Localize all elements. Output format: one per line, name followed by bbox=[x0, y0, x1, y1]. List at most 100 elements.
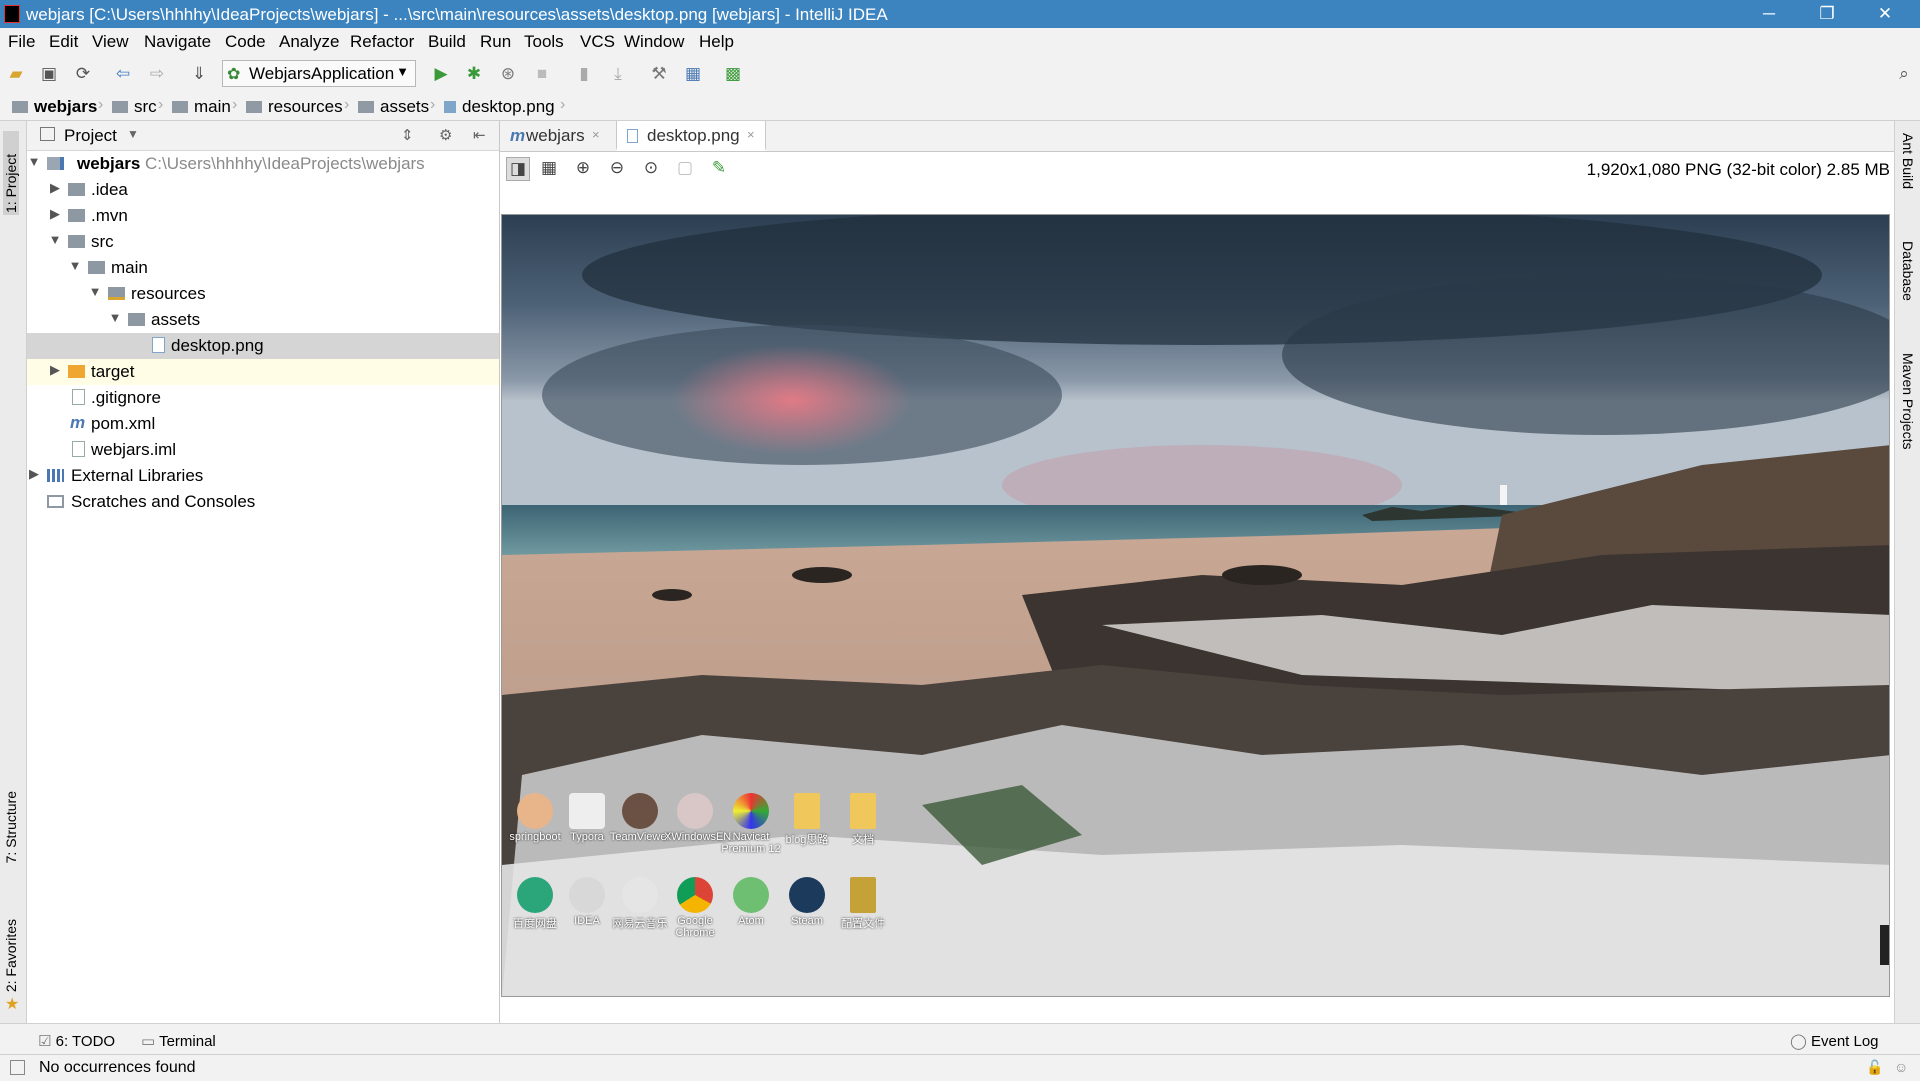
desktop-icon-docs[interactable]: 文档 bbox=[832, 793, 894, 847]
inspector-icon[interactable]: ☺ bbox=[1894, 1059, 1908, 1075]
menu-analyze[interactable]: Analyze bbox=[279, 32, 339, 52]
collapse-all-icon[interactable]: ⇕ bbox=[401, 126, 414, 144]
forward-icon[interactable]: ⇨ bbox=[146, 63, 168, 85]
fit-zoom-icon[interactable]: ▢ bbox=[674, 157, 696, 179]
back-icon[interactable]: ⇦ bbox=[112, 63, 134, 85]
menu-file[interactable]: File bbox=[8, 32, 35, 52]
menu-edit[interactable]: Edit bbox=[49, 32, 78, 52]
tab-event-log[interactable]: ◯ Event Log bbox=[1790, 1032, 1879, 1050]
desktop-icon-chrome[interactable]: Google Chrome bbox=[664, 877, 726, 939]
breadcrumb-resources[interactable]: resources bbox=[246, 97, 343, 117]
build-project-icon[interactable]: ⇓ bbox=[188, 63, 210, 85]
zoom-in-icon[interactable]: ⊕ bbox=[572, 157, 594, 179]
run-configuration-dropdown[interactable]: ✿ WebjarsApplication ▼ bbox=[222, 60, 416, 87]
coverage-icon[interactable]: ⊛ bbox=[497, 63, 519, 85]
tab-favorites-tool[interactable]: 2: Favorites bbox=[3, 919, 19, 992]
tree-item-desktop-png[interactable]: desktop.png bbox=[27, 333, 499, 359]
hide-panel-icon[interactable]: ⇤ bbox=[473, 126, 486, 144]
tree-item-webjars[interactable]: ▼ webjars C:\Users\hhhhy\IdeaProjects\we… bbox=[27, 151, 499, 177]
vcs-update-icon[interactable]: ▮ bbox=[573, 63, 595, 85]
open-folder-icon[interactable]: ▰ bbox=[5, 63, 27, 85]
breadcrumb-assets[interactable]: assets bbox=[358, 97, 429, 117]
restore-button[interactable]: ❐ bbox=[1804, 2, 1850, 26]
tab-project-tool[interactable]: 1: Project bbox=[3, 131, 19, 215]
breadcrumb-src[interactable]: src bbox=[112, 97, 157, 117]
desktop-icon-xwindows[interactable]: XWindowsEN bbox=[664, 793, 731, 843]
menu-code[interactable]: Code bbox=[225, 32, 266, 52]
tree-item-resources[interactable]: ▼ resources bbox=[27, 281, 499, 307]
desktop-icon-teamviewer[interactable]: TeamViewer bbox=[609, 793, 671, 843]
project-structure-icon[interactable]: ▦ bbox=[682, 63, 704, 85]
menu-navigate[interactable]: Navigate bbox=[144, 32, 211, 52]
tab-structure-tool[interactable]: 7: Structure bbox=[3, 791, 19, 863]
close-tab-icon[interactable]: × bbox=[592, 127, 600, 142]
save-all-icon[interactable]: ▣ bbox=[38, 63, 60, 85]
grid-toggle-icon[interactable]: ▦ bbox=[538, 157, 560, 179]
desktop-icon-navicat[interactable]: Navicat Premium 12 bbox=[720, 793, 782, 855]
tab-todo[interactable]: ☑ 6: TODO bbox=[38, 1032, 115, 1050]
gear-icon[interactable]: ⚙ bbox=[439, 126, 452, 144]
tab-terminal[interactable]: ▭ Terminal bbox=[141, 1032, 216, 1050]
project-panel-title[interactable]: Project bbox=[64, 126, 117, 146]
expand-arrow-icon[interactable]: ▶ bbox=[48, 206, 62, 222]
tree-item-idea[interactable]: ▶ .idea bbox=[27, 177, 499, 203]
menu-refactor[interactable]: Refactor bbox=[350, 32, 414, 52]
menu-vcs[interactable]: VCS bbox=[580, 32, 615, 52]
minimize-button[interactable]: ─ bbox=[1746, 2, 1792, 26]
menu-help[interactable]: Help bbox=[699, 32, 734, 52]
tool-windows-toggle-icon[interactable] bbox=[10, 1060, 25, 1075]
expand-arrow-icon[interactable]: ▼ bbox=[68, 258, 82, 273]
background-toggle-icon[interactable]: ◨ bbox=[506, 157, 530, 181]
lock-icon[interactable]: 🔓 bbox=[1866, 1059, 1883, 1076]
close-tab-icon[interactable]: × bbox=[747, 127, 755, 142]
expand-arrow-icon[interactable]: ▶ bbox=[27, 466, 41, 482]
menu-build[interactable]: Build bbox=[428, 32, 466, 52]
expand-arrow-icon[interactable]: ▼ bbox=[108, 310, 122, 325]
sync-icon[interactable]: ⟳ bbox=[72, 63, 94, 85]
expand-arrow-icon[interactable]: ▼ bbox=[27, 154, 41, 169]
tab-webjars[interactable]: m webjars × bbox=[500, 121, 616, 151]
color-picker-icon[interactable]: ✎ bbox=[708, 157, 730, 179]
expand-arrow-icon[interactable]: ▶ bbox=[48, 362, 62, 378]
tree-item-mvn[interactable]: ▶ .mvn bbox=[27, 203, 499, 229]
actual-size-icon[interactable]: ⊙ bbox=[640, 157, 662, 179]
tab-database[interactable]: Database bbox=[1900, 241, 1916, 301]
breadcrumb-main[interactable]: main bbox=[172, 97, 231, 117]
tab-ant-build[interactable]: Ant Build bbox=[1900, 133, 1916, 189]
menu-run[interactable]: Run bbox=[480, 32, 511, 52]
menu-view[interactable]: View bbox=[92, 32, 129, 52]
search-everywhere-icon[interactable]: ⌕ bbox=[1893, 63, 1915, 85]
close-button[interactable]: ✕ bbox=[1862, 2, 1908, 26]
tree-item-external-libraries[interactable]: ▶ External Libraries bbox=[27, 463, 499, 489]
tree-item-target[interactable]: ▶ target bbox=[27, 359, 499, 385]
debug-icon[interactable]: ✱ bbox=[463, 63, 485, 85]
tree-item-assets[interactable]: ▼ assets bbox=[27, 307, 499, 333]
menu-window[interactable]: Window bbox=[624, 32, 684, 52]
tree-item-gitignore[interactable]: .gitignore bbox=[27, 385, 499, 411]
tree-item-scratches[interactable]: Scratches and Consoles bbox=[27, 489, 499, 515]
breadcrumb-desktop-png[interactable]: desktop.png bbox=[444, 97, 555, 117]
tree-item-webjars-iml[interactable]: webjars.iml bbox=[27, 437, 499, 463]
expand-arrow-icon[interactable]: ▼ bbox=[88, 284, 102, 299]
settings-wrench-icon[interactable]: ⚒ bbox=[648, 63, 670, 85]
desktop-icon-atom[interactable]: Atom bbox=[720, 877, 782, 927]
tree-item-main[interactable]: ▼ main bbox=[27, 255, 499, 281]
desktop-icon-steam[interactable]: Steam bbox=[776, 877, 838, 927]
chevron-down-icon[interactable]: ▼ bbox=[127, 127, 139, 141]
tree-item-src[interactable]: ▼ src bbox=[27, 229, 499, 255]
vcs-commit-icon[interactable]: ⤓ bbox=[607, 63, 629, 85]
expand-arrow-icon[interactable]: ▶ bbox=[48, 180, 62, 196]
breadcrumb-webjars[interactable]: webjars bbox=[12, 97, 97, 117]
desktop-icon-netease-music[interactable]: 网易云音乐 bbox=[609, 877, 671, 931]
menu-tools[interactable]: Tools bbox=[524, 32, 564, 52]
tab-maven-projects[interactable]: Maven Projects bbox=[1900, 353, 1916, 449]
sdk-icon[interactable]: ▩ bbox=[722, 63, 744, 85]
desktop-icon-blog[interactable]: blog思路 bbox=[776, 793, 838, 847]
expand-arrow-icon[interactable]: ▼ bbox=[48, 232, 62, 247]
tab-desktop-png[interactable]: desktop.png × bbox=[616, 121, 766, 151]
run-icon[interactable]: ▶ bbox=[430, 63, 452, 85]
zoom-out-icon[interactable]: ⊖ bbox=[606, 157, 628, 179]
desktop-icon-config[interactable]: 配置文件 bbox=[832, 877, 894, 931]
stop-icon[interactable]: ■ bbox=[531, 63, 553, 85]
tree-item-pom-xml[interactable]: m pom.xml bbox=[27, 411, 499, 437]
